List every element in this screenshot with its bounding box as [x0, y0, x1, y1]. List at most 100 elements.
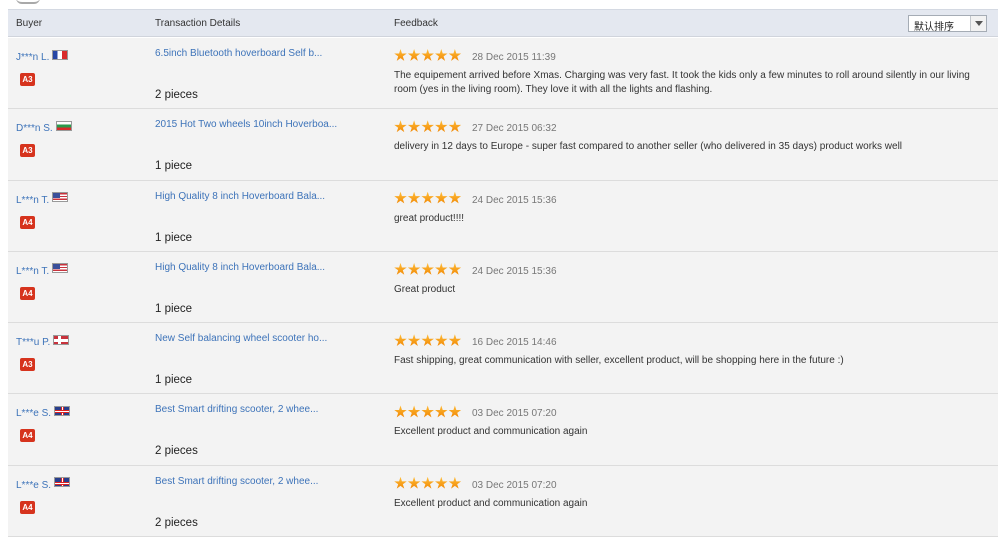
star-icon — [448, 120, 462, 133]
star-icon — [407, 262, 421, 275]
quantity: 2 pieces — [155, 516, 198, 529]
star-icon — [407, 476, 421, 489]
buyer-level-badge: A4 — [20, 286, 35, 300]
product-link[interactable]: Best Smart drifting scooter, 2 whee... — [155, 404, 318, 415]
star-rating — [394, 334, 462, 347]
buyer-name-text[interactable]: L***e S. — [16, 480, 51, 491]
feedback-date: 03 Dec 2015 07:20 — [472, 408, 557, 420]
quantity: 2 pieces — [155, 445, 198, 458]
sort-select-value: 默认排序 — [914, 22, 954, 33]
buyer-level-badge: A4 — [20, 429, 35, 443]
quantity: 2 pieces — [155, 89, 198, 101]
feedback-date: 24 Dec 2015 15:36 — [472, 265, 557, 277]
buyer-level-badge: A4 — [20, 215, 35, 229]
header-buyer: Buyer — [16, 18, 43, 29]
star-rating — [394, 120, 462, 133]
buyer-name[interactable]: L***n T. — [16, 263, 69, 277]
sort-select[interactable]: 默认排序 — [908, 15, 987, 33]
star-icon — [421, 476, 434, 489]
star-icon — [394, 405, 407, 418]
buyer-name-text[interactable]: L***n T. — [16, 266, 49, 277]
country-flag-icon — [54, 477, 71, 488]
star-icon — [435, 49, 448, 61]
buyer-name[interactable]: L***n T. — [16, 192, 69, 206]
buyer-level-badge: A3 — [20, 358, 35, 372]
buyer-name[interactable]: D***n S. — [16, 120, 72, 134]
star-rating — [394, 262, 462, 276]
star-icon — [448, 262, 462, 275]
star-icon — [435, 262, 448, 275]
star-rating — [394, 49, 462, 62]
quantity: 1 piece — [155, 160, 193, 173]
feedback-date: 24 Dec 2015 15:36 — [472, 194, 557, 206]
table-row: L***e S. A4 Best Smart drifting scooter, 2… — [8, 394, 998, 466]
star-icon — [394, 191, 407, 204]
feedback-comment: great product!!!! — [394, 212, 465, 224]
star-icon — [407, 191, 421, 204]
country-flag-icon — [52, 263, 69, 274]
buyer-name[interactable]: T***u P. — [16, 334, 70, 348]
product-link[interactable]: New Self balancing wheel scooter ho... — [155, 333, 327, 344]
buyer-name-text[interactable]: L***n T. — [16, 195, 49, 206]
buyer-name-text[interactable]: T***u P. — [16, 337, 50, 348]
product-link[interactable]: Best Smart drifting scooter, 2 whee... — [155, 476, 318, 487]
star-icon — [435, 334, 448, 347]
star-rating — [394, 191, 462, 205]
feedback-date: 27 Dec 2015 06:32 — [472, 123, 557, 135]
chevron-down-icon[interactable] — [970, 16, 986, 31]
star-icon — [407, 120, 421, 133]
feedback-comment: Excellent product and communication agai… — [394, 497, 588, 509]
star-rating — [394, 476, 462, 490]
star-icon — [435, 476, 448, 489]
top-strip — [0, 0, 1000, 8]
product-link[interactable]: 2015 Hot Two wheels 10inch Hoverboa... — [155, 119, 337, 130]
star-icon — [394, 49, 407, 61]
feedback-comment: Excellent product and communication agai… — [394, 426, 588, 438]
star-icon — [394, 120, 407, 133]
buyer-name-text[interactable]: L***e S. — [16, 408, 51, 419]
feedback-comment: The equipement arrived before Xmas. Char… — [394, 70, 970, 95]
table-row: L***n T. A4 High Quality 8 inch Hoverboard… — [8, 251, 998, 324]
buyer-name[interactable]: L***e S. — [16, 477, 71, 491]
star-icon — [421, 191, 434, 204]
table-row: L***e S. A4 Best Smart drifting scooter, 2… — [8, 465, 998, 538]
star-icon — [407, 49, 421, 61]
star-icon — [421, 334, 434, 347]
country-flag-icon — [54, 405, 71, 416]
buyer-name[interactable]: J***n L. — [16, 49, 69, 63]
buyer-name-text[interactable]: D***n S. — [16, 123, 53, 134]
buyer-name-text[interactable]: J***n L. — [16, 52, 49, 63]
feedback-comment: delivery in 12 days to Europe - super fa… — [394, 141, 903, 153]
quantity: 1 piece — [155, 374, 193, 387]
product-link[interactable]: High Quality 8 inch Hoverboard Bala... — [155, 191, 325, 202]
header-feedback: Feedback — [394, 18, 438, 29]
buyer-level-badge: A3 — [20, 144, 35, 158]
quantity: 1 piece — [155, 231, 193, 244]
star-icon — [435, 405, 448, 418]
feedback-date: 16 Dec 2015 14:46 — [472, 337, 557, 349]
feedback-comment: Great product — [394, 283, 456, 295]
star-icon — [394, 334, 407, 347]
table-row: D***n S. A3 2015 Hot Two wheels 10inch Hov… — [8, 109, 998, 181]
star-icon — [394, 476, 407, 489]
star-icon — [421, 49, 434, 61]
partial-heading-glyph — [16, 0, 40, 4]
star-icon — [421, 262, 434, 275]
star-icon — [435, 120, 448, 133]
country-flag-icon — [52, 49, 69, 60]
table-row: L***n T. A4 High Quality 8 inch Hoverboard… — [8, 180, 998, 252]
product-link[interactable]: 6.5inch Bluetooth hoverboard Self b... — [155, 48, 322, 59]
buyer-level-badge: A3 — [20, 73, 35, 86]
star-icon — [448, 49, 462, 61]
table-row: T***u P. A3 New Self balancing wheel scoot… — [8, 323, 998, 395]
star-icon — [407, 405, 421, 418]
star-icon — [448, 405, 462, 418]
country-flag-icon — [53, 334, 70, 345]
buyer-name[interactable]: L***e S. — [16, 405, 71, 419]
table-row: J***n L. A3 6.5inch Bluetooth hoverboard S… — [8, 38, 998, 110]
country-flag-icon — [52, 192, 69, 203]
star-icon — [435, 191, 448, 204]
star-rating — [394, 405, 462, 418]
product-link[interactable]: High Quality 8 inch Hoverboard Bala... — [155, 262, 325, 273]
star-icon — [421, 120, 434, 133]
